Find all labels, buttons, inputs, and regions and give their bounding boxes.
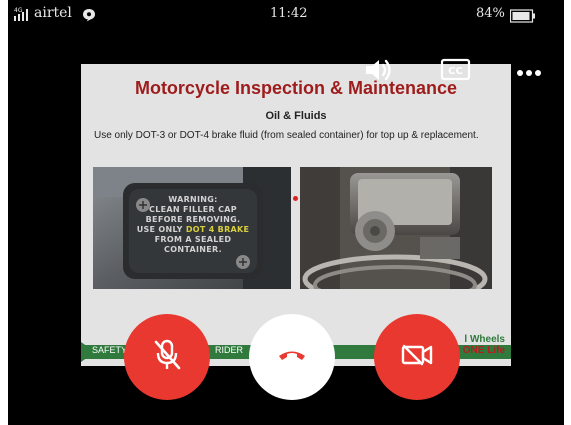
chat-notification-icon <box>82 7 96 26</box>
cc-label: CC <box>448 66 463 77</box>
warning-cap-text: WARNING: CLEAN FILLER CAP BEFORE REMOVIN… <box>136 195 250 254</box>
end-call-icon <box>277 347 307 367</box>
brake-reservoir-cap-photo: WARNING: CLEAN FILLER CAP BEFORE REMOVIN… <box>93 167 291 289</box>
more-options-icon[interactable] <box>516 63 542 82</box>
battery-percent: 84% <box>476 6 505 21</box>
master-cylinder-photo <box>300 167 492 289</box>
video-toggle-button[interactable] <box>374 314 460 400</box>
signal-icon: 4G <box>14 6 32 26</box>
slide-footer-brand: l Wheels ONE Life <box>462 334 505 356</box>
slide-footer-left-text: SAFETY <box>92 345 128 355</box>
slide-footer-mid-text: RIDER <box>215 345 244 355</box>
slide-body-text: Use only DOT-3 or DOT-4 brake fluid (fro… <box>94 130 479 141</box>
end-call-button[interactable] <box>249 314 335 400</box>
speaker-icon[interactable] <box>363 56 395 88</box>
status-bar: 4G airtel 11:42 84% <box>8 0 564 30</box>
carrier-name: airtel <box>34 5 72 21</box>
mute-button[interactable] <box>124 314 210 400</box>
closed-captions-button[interactable]: CC <box>440 58 472 86</box>
slide-subtitle: Oil & Fluids <box>265 110 327 122</box>
mic-off-icon <box>152 338 182 376</box>
slide-marker-dot <box>293 196 298 201</box>
network-type: 4G <box>14 7 23 14</box>
video-call-screen: 4G airtel 11:42 84% Motorcycle Inspectio… <box>8 0 564 425</box>
clock: 11:42 <box>270 6 308 21</box>
battery-icon <box>509 8 536 27</box>
video-off-icon <box>399 341 435 373</box>
